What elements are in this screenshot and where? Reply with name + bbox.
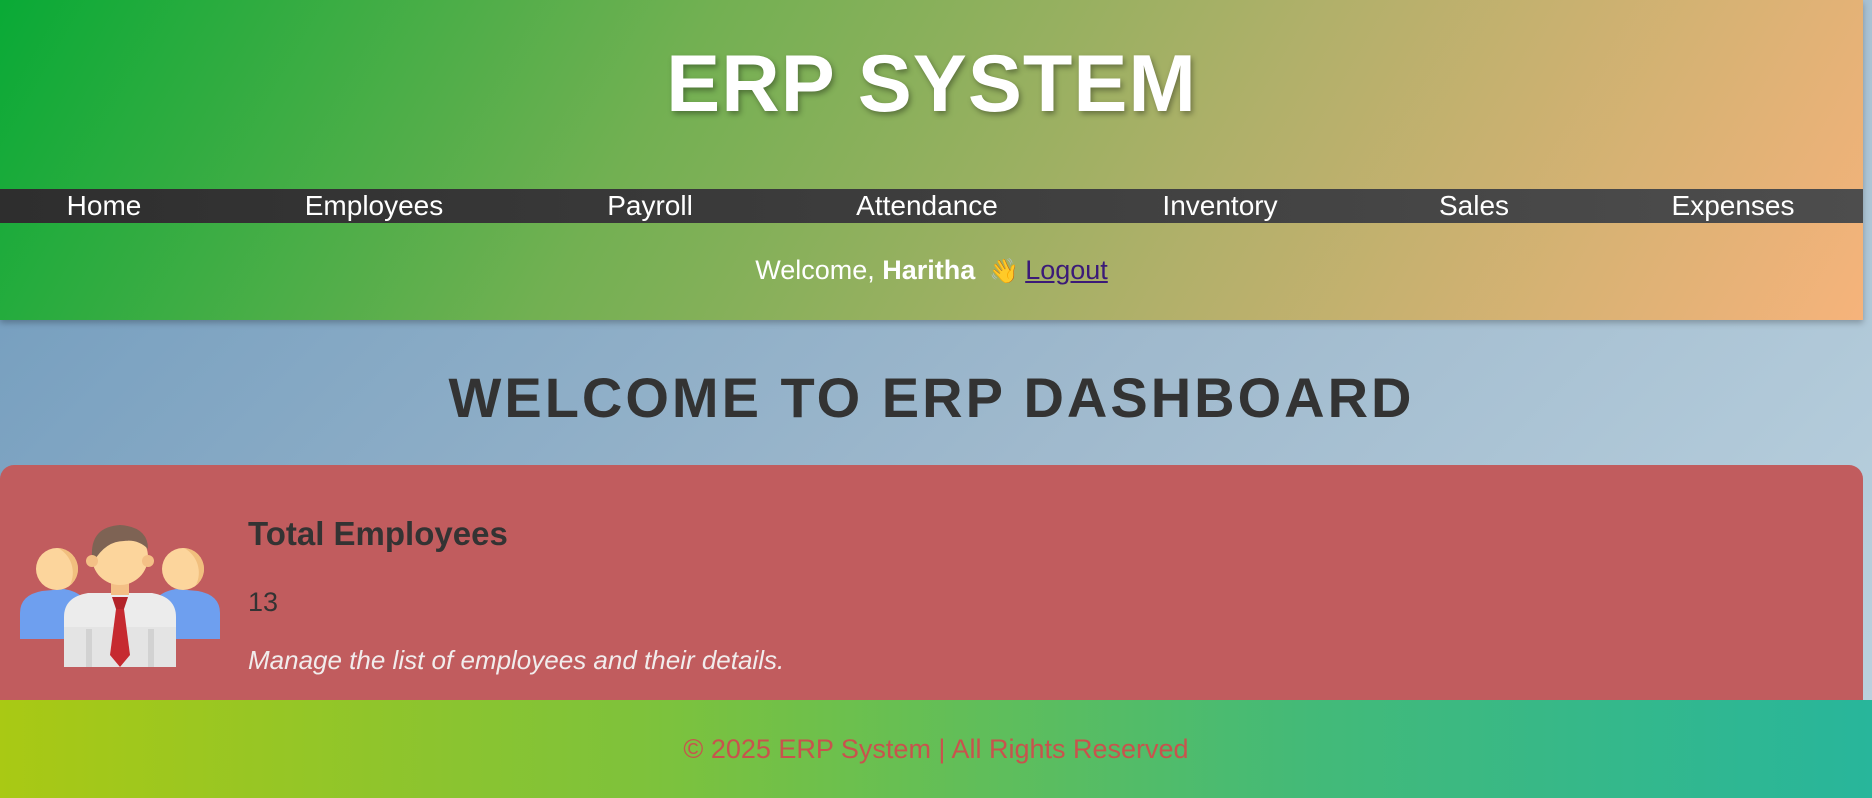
wave-icon: 👋 xyxy=(989,258,1020,285)
site-footer: © 2025 ERP System | All Rights Reserved xyxy=(0,700,1872,798)
nav-item-home[interactable]: Home xyxy=(67,189,142,223)
nav-item-sales[interactable]: Sales xyxy=(1439,189,1509,223)
footer-text: © 2025 ERP System | All Rights Reserved xyxy=(683,734,1189,764)
nav-item-employees[interactable]: Employees xyxy=(305,189,444,223)
site-title: ERP SYSTEM xyxy=(666,39,1197,129)
dashboard-title: WELCOME TO ERP DASHBOARD xyxy=(448,366,1415,429)
card-description: Manage the list of employees and their d… xyxy=(248,645,785,675)
welcome-prefix: Welcome, xyxy=(755,255,875,285)
nav-item-expenses[interactable]: Expenses xyxy=(1672,189,1795,223)
site-header: ERP SYSTEM Home Employees Payroll Attend… xyxy=(0,0,1863,320)
card-title: Total Employees xyxy=(248,515,508,552)
username: Haritha xyxy=(882,255,976,285)
main-nav: Home Employees Payroll Attendance Invent… xyxy=(0,189,1863,223)
logout-link[interactable]: Logout xyxy=(1025,255,1108,285)
employee-count: 13 xyxy=(248,587,279,617)
nav-item-inventory[interactable]: Inventory xyxy=(1162,189,1277,223)
total-employees-card[interactable]: Total Employees 13 Manage the list of em… xyxy=(0,465,1863,725)
welcome-message: Welcome, Haritha 👋 Logout xyxy=(0,255,1863,286)
nav-item-payroll[interactable]: Payroll xyxy=(607,189,693,223)
nav-item-attendance[interactable]: Attendance xyxy=(856,189,998,223)
team-employees-icon xyxy=(20,525,220,667)
